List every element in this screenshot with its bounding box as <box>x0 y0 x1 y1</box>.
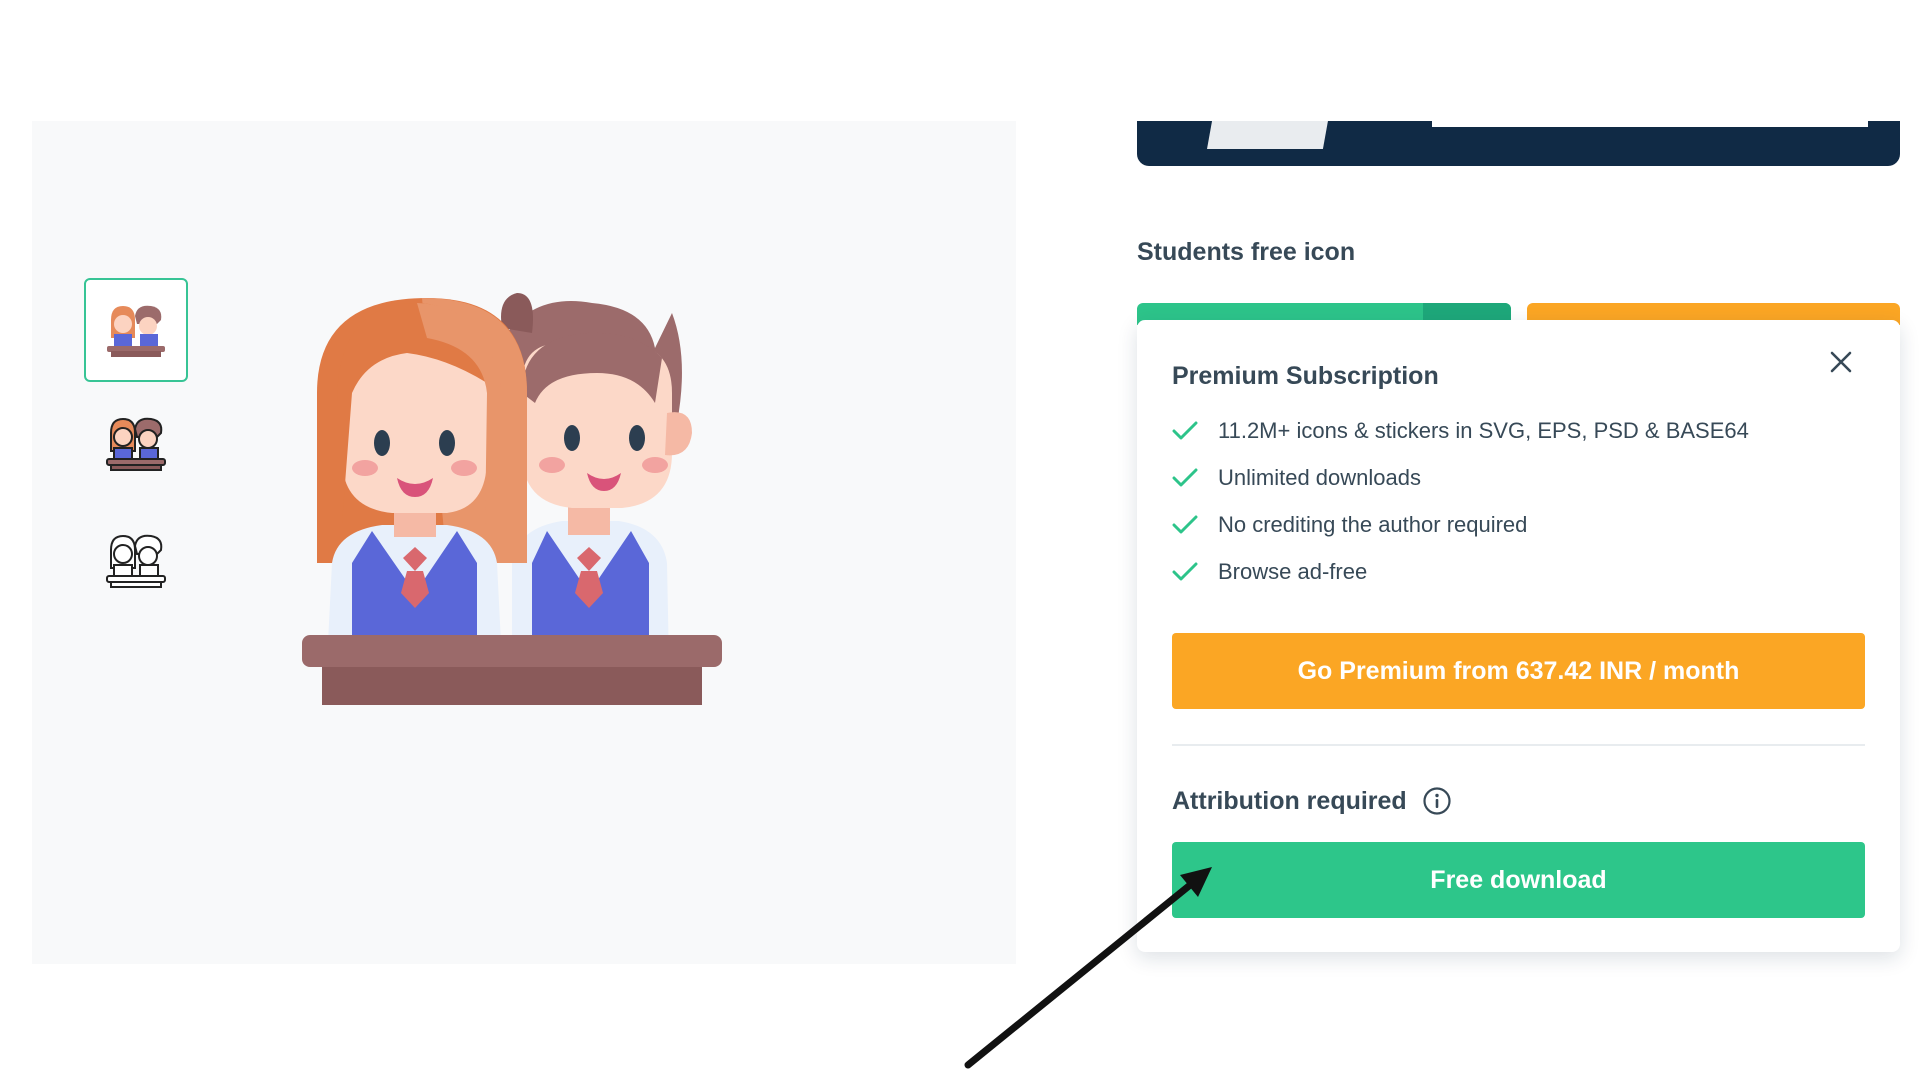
divider <box>1172 744 1865 746</box>
go-premium-button[interactable]: Go Premium from 637.42 INR / month <box>1172 633 1865 709</box>
feature-item: 11.2M+ icons & stickers in SVG, EPS, PSD… <box>1172 407 1749 454</box>
check-icon <box>1172 468 1198 486</box>
students-thumbnail-icon <box>107 305 165 357</box>
check-icon <box>1172 515 1198 533</box>
check-icon <box>1172 562 1198 580</box>
banner-product-image <box>1207 121 1328 149</box>
thumbnail-lineal-color[interactable] <box>84 391 188 495</box>
premium-title: Premium Subscription <box>1172 362 1439 390</box>
feature-text: Browse ad-free <box>1218 558 1368 584</box>
close-button[interactable] <box>1824 345 1858 379</box>
icon-preview-panel <box>32 121 1016 964</box>
feature-item: Browse ad-free <box>1172 548 1749 595</box>
info-icon[interactable] <box>1422 786 1452 816</box>
premium-popover: Premium Subscription 11.2M+ icons & stic… <box>1137 320 1900 952</box>
feature-text: 11.2M+ icons & stickers in SVG, EPS, PSD… <box>1218 417 1749 443</box>
students-illustration <box>302 293 722 705</box>
banner-search-bar <box>1432 121 1868 127</box>
feature-text: Unlimited downloads <box>1218 464 1421 490</box>
premium-features-list: 11.2M+ icons & stickers in SVG, EPS, PSD… <box>1172 407 1749 595</box>
attribution-row: Attribution required <box>1172 786 1452 816</box>
feature-text: No crediting the author required <box>1218 511 1528 537</box>
thumbnail-lineal[interactable] <box>84 508 188 612</box>
close-icon <box>1830 351 1852 373</box>
students-lineal-color-icon <box>106 417 166 471</box>
students-lineal-icon <box>106 534 166 588</box>
attribution-label: Attribution required <box>1172 786 1407 815</box>
check-icon <box>1172 421 1198 439</box>
feature-item: No crediting the author required <box>1172 501 1749 548</box>
promo-banner[interactable] <box>1137 121 1900 166</box>
feature-item: Unlimited downloads <box>1172 454 1749 501</box>
arrow-annotation-icon <box>964 867 1212 1069</box>
page-title: Students free icon <box>1137 238 1356 266</box>
free-download-button[interactable]: Free download <box>1172 842 1865 918</box>
thumbnail-flat-color[interactable] <box>84 278 188 382</box>
